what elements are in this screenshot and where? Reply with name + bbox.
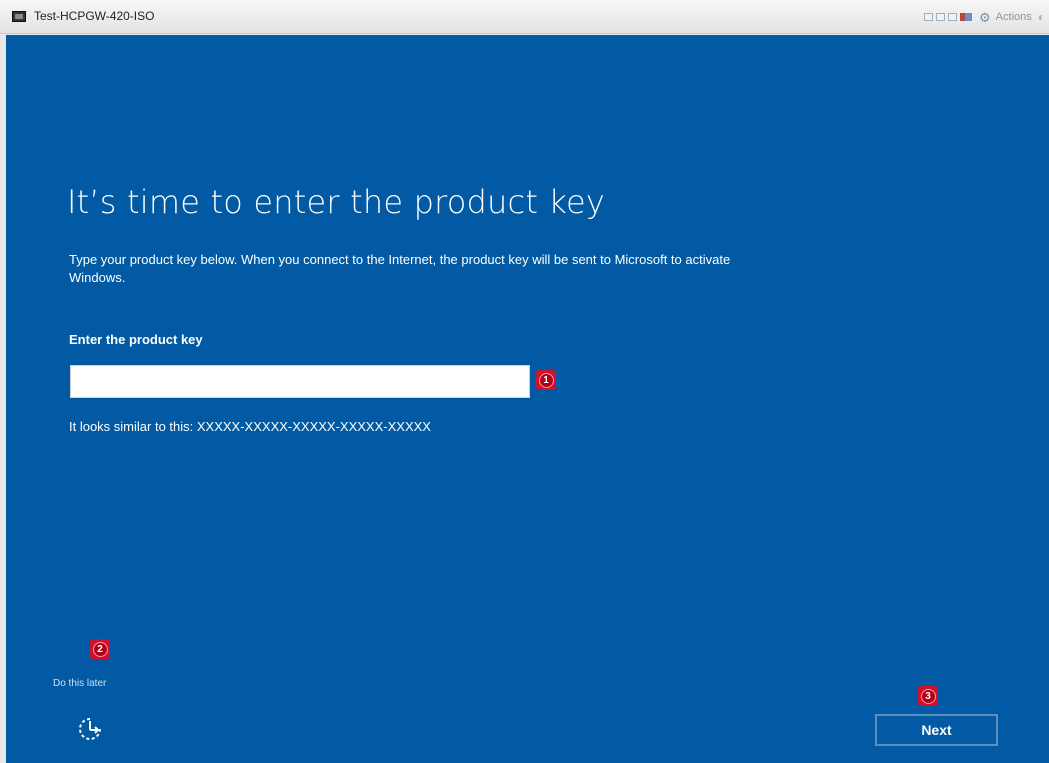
- description-text: Type your product key below. When you co…: [69, 252, 731, 285]
- monitor-icon: [12, 11, 26, 22]
- callout-badge-3: 3: [918, 686, 938, 706]
- callout-number: 1: [538, 372, 554, 388]
- product-key-screen: It’s time to enter the product key Type …: [6, 35, 1049, 763]
- callout-number: 3: [920, 688, 936, 704]
- minimize-icon[interactable]: [924, 13, 934, 21]
- ease-of-access-icon[interactable]: [76, 715, 104, 743]
- product-key-label: Enter the product key: [69, 332, 203, 347]
- callout-badge-2: 2: [90, 639, 110, 659]
- do-this-later-link[interactable]: Do this later: [53, 678, 106, 689]
- product-key-input[interactable]: [70, 365, 530, 398]
- actions-menu[interactable]: Actions: [996, 11, 1032, 23]
- more-icon[interactable]: ◐: [1038, 10, 1045, 24]
- page-title: It’s time to enter the product key: [67, 183, 606, 221]
- title-bar-controls: ⚙ Actions ◐: [924, 10, 1045, 24]
- title-bar: Test-HCPGW-420-ISO ⚙ Actions ◐: [0, 0, 1049, 34]
- next-button[interactable]: Next: [875, 714, 998, 746]
- format-hint: It looks similar to this: XXXXX-XXXXX-XX…: [69, 419, 431, 434]
- vm-console-window: Test-HCPGW-420-ISO ⚙ Actions ◐ It’s time…: [0, 0, 1049, 763]
- restore-icon[interactable]: [936, 13, 946, 21]
- callout-number: 2: [92, 641, 108, 657]
- window-title: Test-HCPGW-420-ISO: [34, 9, 155, 23]
- keyboard-flag-icon[interactable]: [960, 13, 973, 21]
- gear-icon[interactable]: ⚙: [979, 11, 991, 24]
- maximize-icon[interactable]: [948, 13, 958, 21]
- callout-badge-1: 1: [536, 370, 556, 390]
